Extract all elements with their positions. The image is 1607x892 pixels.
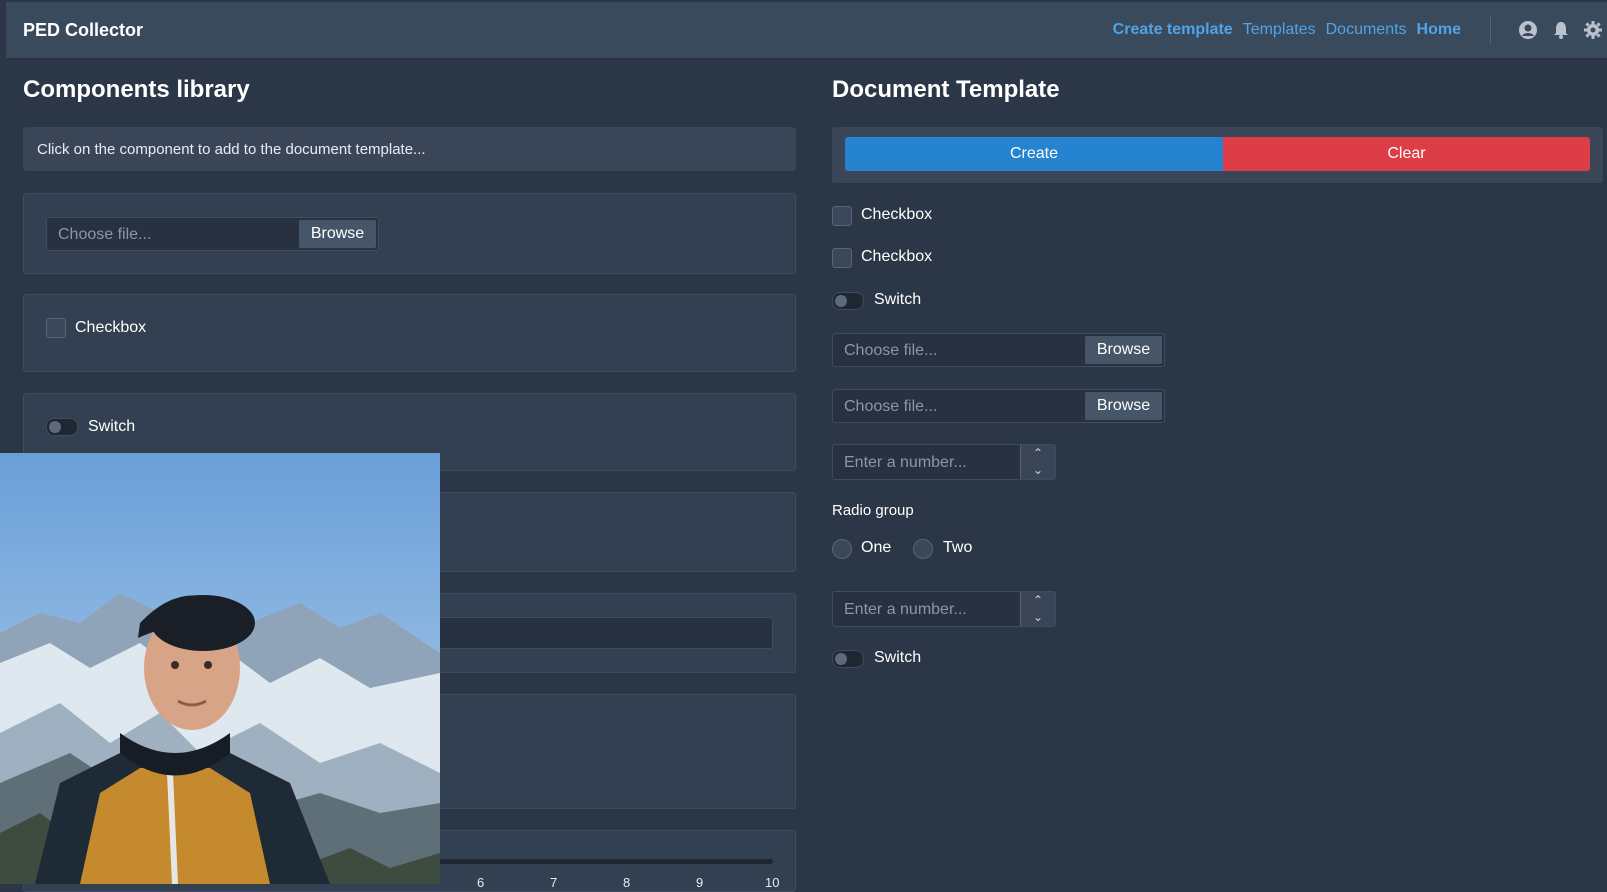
file-placeholder: Choose file... [844, 398, 938, 415]
number-placeholder: Enter a number... [844, 454, 967, 471]
library-hint-text: Click on the component to add to the doc… [37, 141, 426, 158]
webcam-overlay [0, 453, 440, 884]
slider-tick: 9 [696, 875, 704, 890]
chevron-up-icon[interactable]: ⌃ [1021, 445, 1055, 462]
library-card-file[interactable]: Choose file... Browse [23, 193, 796, 274]
clear-button[interactable]: Clear [1223, 137, 1590, 171]
gear-icon[interactable] [1583, 20, 1603, 40]
switch-knob [49, 421, 61, 433]
library-title: Components library [23, 76, 250, 103]
checkbox-label: Checkbox [861, 206, 933, 223]
person-photo [0, 453, 440, 884]
switch-knob [835, 295, 847, 307]
radio-group-label: Radio group [832, 502, 914, 519]
number-input[interactable]: Enter a number... ⌃ ⌄ [832, 591, 1056, 627]
radio-label: Two [943, 539, 973, 556]
radio-two[interactable] [913, 539, 933, 559]
switch-toggle[interactable] [832, 292, 864, 310]
template-file-input[interactable]: Choose file... Browse [832, 333, 1165, 367]
switch-toggle[interactable] [46, 418, 78, 436]
radio-one[interactable] [832, 539, 852, 559]
switch-knob [835, 653, 847, 665]
navbar: PED Collector Create template Templates … [6, 2, 1607, 59]
template-title: Document Template [832, 76, 1060, 103]
slider-tick: 10 [765, 875, 780, 890]
brand[interactable]: PED Collector [23, 20, 143, 41]
number-stepper: ⌃ ⌄ [1020, 592, 1055, 626]
file-placeholder: Choose file... [58, 226, 152, 243]
nav-home[interactable]: Home [1417, 21, 1461, 39]
slider-tick: 7 [550, 875, 558, 890]
checkbox-label: Checkbox [861, 248, 933, 265]
switch-label: Switch [874, 291, 922, 308]
browse-button[interactable]: Browse [1085, 336, 1162, 364]
nav-create-template[interactable]: Create template [1113, 21, 1233, 39]
chevron-up-icon[interactable]: ⌃ [1021, 592, 1055, 609]
nav-divider [1490, 16, 1491, 44]
template-actions: Create Clear [832, 127, 1603, 183]
library-file-input[interactable]: Choose file... Browse [46, 217, 379, 251]
slider-tick: 6 [477, 875, 485, 890]
switch-label: Switch [88, 418, 136, 435]
number-stepper: ⌃ ⌄ [1020, 445, 1055, 479]
radio-label: One [861, 539, 892, 556]
user-icon[interactable] [1518, 20, 1538, 40]
library-hint: Click on the component to add to the doc… [23, 127, 796, 171]
switch-label: Switch [874, 649, 922, 666]
number-input[interactable]: Enter a number... ⌃ ⌄ [832, 444, 1056, 480]
checkbox[interactable] [46, 318, 66, 338]
template-file-input[interactable]: Choose file... Browse [832, 389, 1165, 423]
chevron-down-icon[interactable]: ⌄ [1021, 462, 1055, 479]
file-placeholder: Choose file... [844, 342, 938, 359]
nav-documents[interactable]: Documents [1326, 21, 1407, 39]
browse-button[interactable]: Browse [1085, 392, 1162, 420]
slider-track[interactable] [430, 859, 773, 864]
slider-tick: 8 [623, 875, 631, 890]
checkbox[interactable] [832, 206, 852, 226]
bell-icon[interactable] [1551, 20, 1571, 40]
number-placeholder: Enter a number... [844, 601, 967, 618]
chevron-down-icon[interactable]: ⌄ [1021, 609, 1055, 626]
browse-button[interactable]: Browse [299, 220, 376, 248]
nav-templates[interactable]: Templates [1243, 21, 1316, 39]
checkbox[interactable] [832, 248, 852, 268]
checkbox-label: Checkbox [75, 319, 147, 336]
switch-toggle[interactable] [832, 650, 864, 668]
nav-links: Create template Templates Documents Home [1113, 21, 1461, 39]
library-card-checkbox[interactable]: Checkbox [23, 294, 796, 372]
create-button[interactable]: Create [845, 137, 1223, 171]
